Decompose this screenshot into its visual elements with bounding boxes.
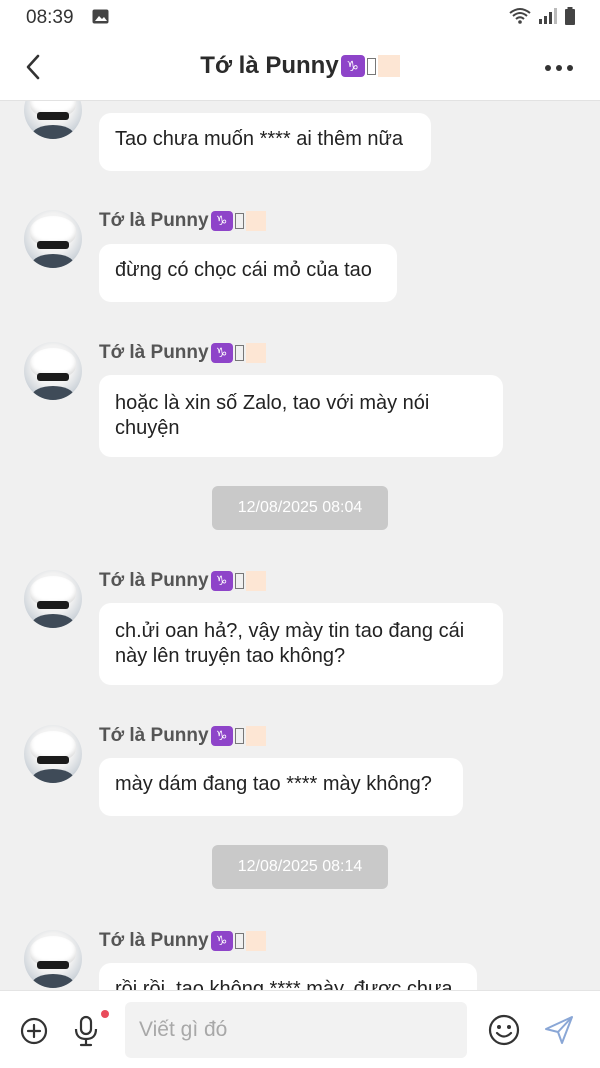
capricorn-badge: ♑ (210, 725, 233, 746)
message-text: mày dám đang tao **** mày không? (115, 773, 432, 795)
chat-title-text: Tớ là Punny (200, 52, 339, 79)
capricorn-badge: ♑ (210, 570, 233, 591)
more-options-button[interactable] (542, 58, 576, 78)
send-icon[interactable] (542, 1013, 576, 1047)
capricorn-badge: ♑ (340, 55, 365, 77)
message-bubble[interactable]: hoặc là xin số Zalo, tao với mày nói chu… (99, 375, 503, 457)
timestamp-pill: 12/08/2025 08:04 (212, 486, 388, 530)
avatar[interactable] (24, 342, 82, 400)
missing-glyph-box (366, 57, 376, 75)
avatar[interactable] (24, 570, 82, 628)
notification-dot (101, 1010, 109, 1018)
sender-name: Tớ là Punny ♑ (99, 930, 266, 952)
status-icons (508, 7, 576, 25)
capricorn-badge: ♑ (210, 930, 233, 951)
chat-header: Tớ là Punny ♑ (0, 36, 600, 101)
chat-title[interactable]: Tớ là Punny ♑ (0, 52, 600, 80)
signal-icon (539, 8, 557, 24)
message-text: rồi rồi, tao không **** mày, được chưa (115, 978, 453, 990)
wifi-icon (509, 8, 531, 24)
chat-area[interactable]: Tao chưa muốn **** ai thêm nữa Tớ là Pun… (0, 101, 600, 990)
gallery-icon (92, 9, 109, 24)
peach-emoji-placeholder (377, 55, 400, 77)
sender-name: Tớ là Punny ♑ (99, 570, 266, 592)
emoji-icon[interactable] (487, 1013, 521, 1047)
message-bubble[interactable]: rồi rồi, tao không **** mày, được chưa (99, 963, 477, 990)
battery-icon (565, 7, 575, 25)
timestamp-pill: 12/08/2025 08:14 (212, 845, 388, 889)
message-bubble[interactable]: mày dám đang tao **** mày không? (99, 758, 463, 816)
avatar[interactable] (24, 930, 82, 988)
message-bubble[interactable]: Tao chưa muốn **** ai thêm nữa (99, 113, 431, 171)
message-bubble[interactable]: ch.ửi oan hả?, vậy mày tin tao đang cái … (99, 603, 503, 685)
status-bar: 08:39 (0, 0, 600, 36)
message-text: đừng có chọc cái mỏ của tao (115, 259, 372, 281)
message-bubble[interactable]: đừng có chọc cái mỏ của tao (99, 244, 397, 302)
message-input-bar (0, 990, 600, 1068)
capricorn-badge: ♑ (210, 342, 233, 363)
status-time: 08:39 (26, 7, 74, 28)
microphone-icon[interactable] (72, 1015, 100, 1047)
message-text: hoặc là xin số Zalo, tao với mày nói chu… (115, 392, 430, 439)
avatar[interactable] (24, 210, 82, 268)
sender-name: Tớ là Punny ♑ (99, 725, 266, 747)
message-input[interactable] (125, 1002, 467, 1058)
avatar[interactable] (24, 101, 82, 139)
capricorn-badge: ♑ (210, 210, 233, 231)
add-circle-icon[interactable] (20, 1017, 48, 1045)
sender-name: Tớ là Punny ♑ (99, 210, 266, 232)
message-text: ch.ửi oan hả?, vậy mày tin tao đang cái … (115, 620, 465, 667)
avatar[interactable] (24, 725, 82, 783)
sender-name: Tớ là Punny ♑ (99, 342, 266, 364)
more-dots-icon (545, 65, 551, 71)
message-text: Tao chưa muốn **** ai thêm nữa (115, 128, 404, 150)
